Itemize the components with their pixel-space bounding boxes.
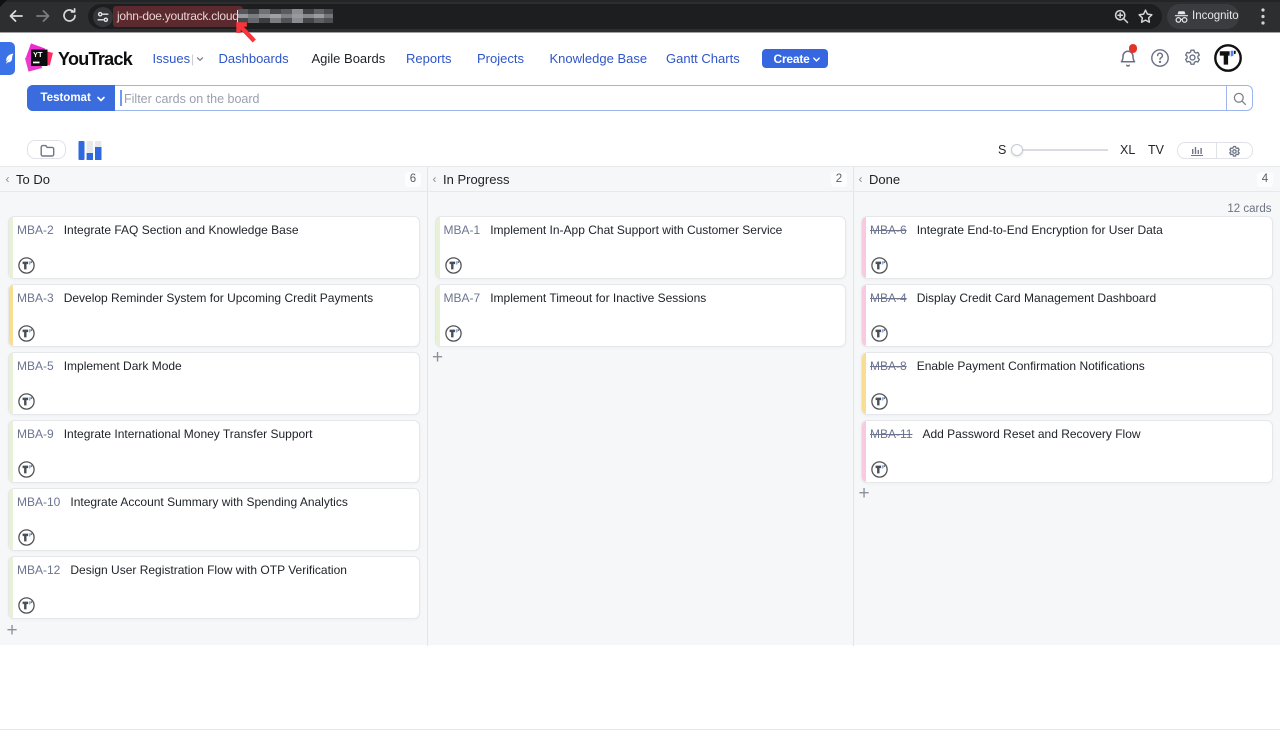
svg-text:YT: YT [33,50,43,59]
